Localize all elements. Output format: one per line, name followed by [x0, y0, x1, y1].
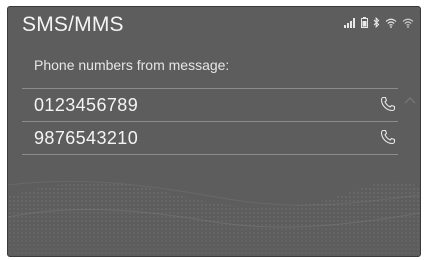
list-heading: Phone numbers from message: [34, 57, 230, 73]
screen-title: SMS/MMS [22, 13, 124, 36]
phone-icon[interactable] [380, 96, 396, 117]
list-item[interactable]: 0123456789 [22, 90, 398, 120]
divider [22, 88, 398, 89]
battery-icon [361, 17, 368, 28]
wifi-secondary-icon [402, 18, 414, 28]
sms-mms-screen: SMS/MMS Phone numbers from message: 0123… [7, 6, 421, 257]
wifi-icon [385, 18, 397, 28]
list-item[interactable]: 9876543210 [22, 123, 398, 153]
signal-bars-icon [344, 17, 356, 28]
divider [22, 121, 398, 122]
bluetooth-icon [373, 17, 380, 28]
divider [22, 154, 398, 155]
phone-number: 0123456789 [34, 94, 139, 115]
phone-icon[interactable] [380, 129, 396, 150]
phone-number: 9876543210 [34, 127, 139, 148]
chevron-up-icon[interactable] [404, 91, 416, 109]
status-bar [344, 17, 414, 28]
